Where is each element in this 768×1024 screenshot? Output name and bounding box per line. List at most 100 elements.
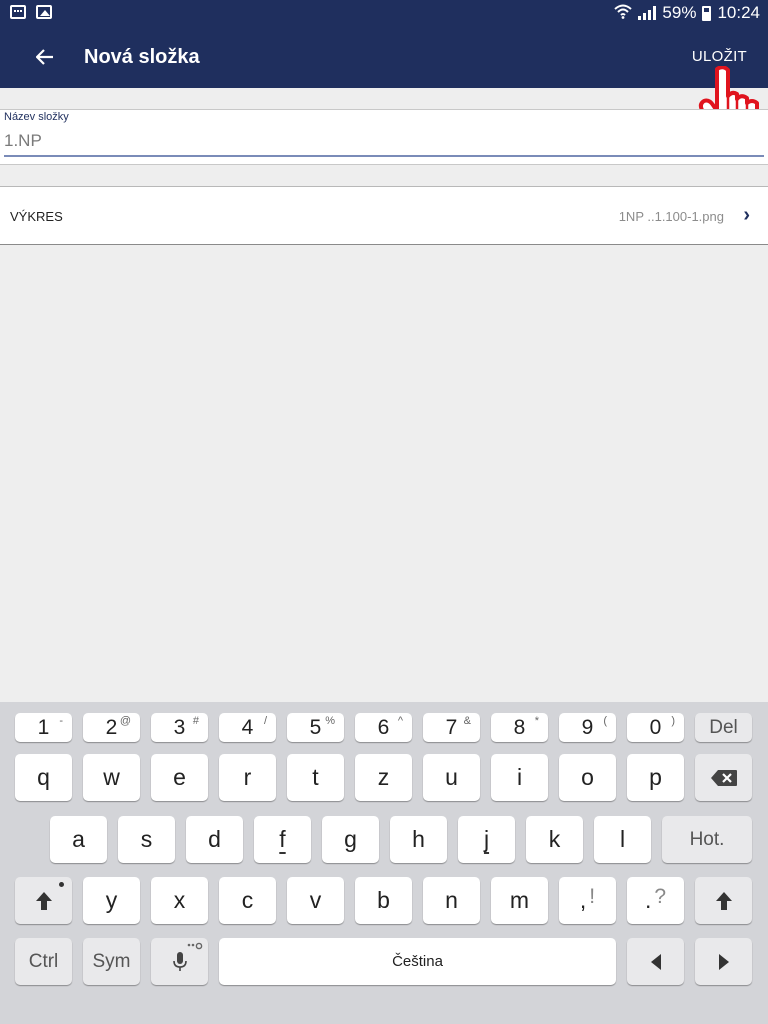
key-comma[interactable]: ,! — [559, 877, 616, 924]
key-a[interactable]: a — [50, 816, 107, 863]
key-label: 5 — [309, 715, 322, 739]
key-label: 4 — [241, 715, 254, 739]
key-l[interactable]: l — [594, 816, 651, 863]
key-3[interactable]: 3 # — [151, 713, 208, 742]
backspace-icon — [710, 769, 737, 786]
folder-name-field: Název složky — [0, 109, 768, 165]
key-period[interactable]: .? — [627, 877, 684, 924]
arrow-left-icon — [36, 49, 53, 65]
key-v[interactable]: v — [287, 877, 344, 924]
drawing-value: 1NP ..1.100-1.png — [618, 209, 724, 224]
key-alt-label: & — [463, 715, 471, 727]
voice-input-key[interactable] — [151, 938, 208, 985]
status-bar: 59% 10:24 — [0, 0, 768, 26]
shift-arrow-icon — [715, 891, 732, 910]
sym-key[interactable]: Sym — [83, 938, 140, 985]
key-0[interactable]: 0) — [627, 713, 684, 742]
key-g[interactable]: g — [322, 816, 379, 863]
key-1[interactable]: 1- — [15, 713, 72, 742]
key-label: 1 — [37, 715, 50, 739]
key-h[interactable]: h — [390, 816, 447, 863]
key-6[interactable]: 6 ^ — [355, 713, 412, 742]
key-n[interactable]: n — [423, 877, 480, 924]
key-e[interactable]: e — [151, 754, 208, 801]
wifi-icon — [614, 3, 633, 23]
key-alt-label: % — [325, 715, 335, 727]
key-label: . — [644, 887, 652, 913]
key-alt-label: ^ — [397, 715, 403, 727]
key-label: 8 — [513, 715, 526, 739]
microphone-icon — [172, 951, 187, 971]
key-z[interactable]: z — [355, 754, 412, 801]
backspace-key[interactable] — [695, 754, 752, 801]
key-j[interactable]: j — [458, 816, 515, 863]
key-label: 7 — [445, 715, 458, 739]
settings-gear-icon — [187, 942, 203, 950]
keyboard-notification-icon — [10, 5, 26, 19]
app-bar: Nová složka ULOŽIT — [0, 26, 768, 88]
key-s[interactable]: s — [118, 816, 175, 863]
key-alt-label: ! — [589, 884, 596, 908]
key-alt-label: # — [192, 715, 199, 727]
image-notification-icon — [36, 5, 52, 19]
clock: 10:24 — [717, 3, 760, 22]
key-alt-label: * — [534, 715, 539, 727]
drawing-label: VÝKRES — [10, 209, 63, 224]
folder-name-input[interactable] — [4, 126, 764, 157]
shift-key-right[interactable] — [695, 877, 752, 924]
key-alt-label: ? — [654, 884, 667, 908]
chevron-right-icon: › — [743, 204, 750, 226]
key-7[interactable]: 7 & — [423, 713, 480, 742]
key-k[interactable]: k — [526, 816, 583, 863]
key-alt-label: ) — [671, 715, 675, 727]
ctrl-key[interactable]: Ctrl — [15, 938, 72, 985]
key-label: , — [579, 887, 587, 913]
key-label: 2 — [105, 715, 118, 739]
key-o[interactable]: o — [559, 754, 616, 801]
key-8[interactable]: 8 * — [491, 713, 548, 742]
battery-icon — [702, 5, 712, 21]
key-label: 3 — [173, 715, 186, 739]
key-9[interactable]: 9( — [559, 713, 616, 742]
enter-key[interactable]: Hot. — [662, 816, 752, 863]
on-screen-keyboard: 1- 2 @ 3 # 4/ 5% 6 ^ 7 & 8 * 9( 0) Del q w e … — [0, 702, 768, 1024]
key-5[interactable]: 5% — [287, 713, 344, 742]
key-label: 0 — [649, 715, 662, 739]
key-alt-label: ( — [603, 715, 607, 727]
save-button[interactable]: ULOŽIT — [692, 48, 747, 65]
drawing-row[interactable]: VÝKRES 1NP ..1.100-1.png › — [0, 186, 768, 245]
key-c[interactable]: c — [219, 877, 276, 924]
key-u[interactable]: u — [423, 754, 480, 801]
key-alt-label: / — [263, 715, 267, 727]
key-t[interactable]: t — [287, 754, 344, 801]
key-y[interactable]: y — [83, 877, 140, 924]
key-p[interactable]: p — [627, 754, 684, 801]
key-d[interactable]: d — [186, 816, 243, 863]
key-w[interactable]: w — [83, 754, 140, 801]
battery-percent: 59% — [662, 3, 697, 22]
signal-icon — [638, 6, 657, 20]
key-x[interactable]: x — [151, 877, 208, 924]
key-2[interactable]: 2 @ — [83, 713, 140, 742]
arrow-left-icon — [650, 953, 661, 970]
key-label: 6 — [377, 715, 390, 739]
folder-name-label: Název složky — [4, 111, 69, 123]
key-4[interactable]: 4/ — [219, 713, 276, 742]
key-i[interactable]: i — [491, 754, 548, 801]
delete-key[interactable]: Del — [695, 713, 752, 742]
arrow-right-icon — [718, 953, 729, 970]
key-label: 9 — [581, 715, 594, 739]
caps-indicator-icon — [59, 882, 64, 887]
key-b[interactable]: b — [355, 877, 412, 924]
key-f[interactable]: f — [254, 816, 311, 863]
shift-key-left[interactable] — [15, 877, 72, 924]
shift-arrow-icon — [35, 891, 52, 910]
cursor-right-key[interactable] — [695, 938, 752, 985]
space-key[interactable]: Čeština — [219, 938, 616, 985]
key-r[interactable]: r — [219, 754, 276, 801]
back-button[interactable] — [30, 42, 60, 72]
key-q[interactable]: q — [15, 754, 72, 801]
key-m[interactable]: m — [491, 877, 548, 924]
page-title: Nová složka — [84, 46, 200, 68]
cursor-left-key[interactable] — [627, 938, 684, 985]
